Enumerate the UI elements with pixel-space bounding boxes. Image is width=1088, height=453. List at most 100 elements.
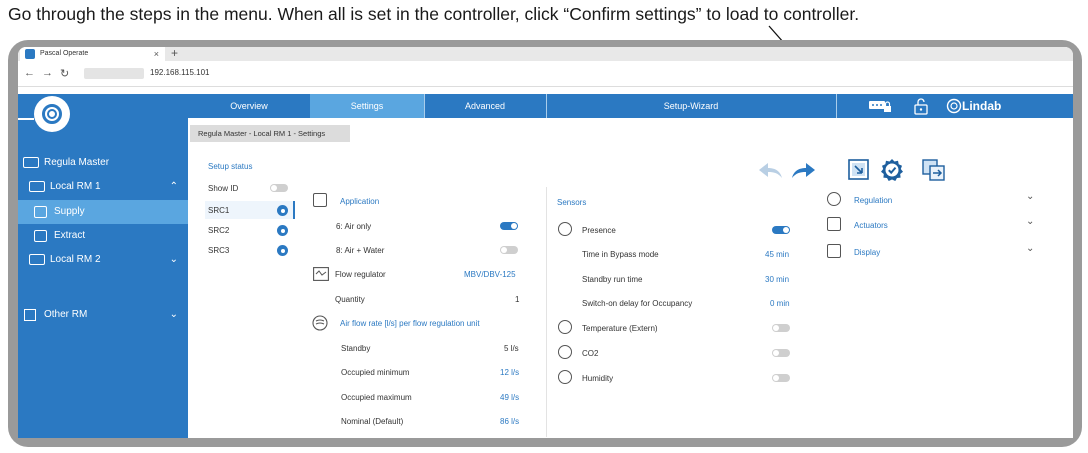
rate-value[interactable]: 86 l/s xyxy=(500,417,519,426)
gear-icon[interactable] xyxy=(277,205,288,216)
tab-settings[interactable]: Settings xyxy=(310,94,424,118)
flow-regulator-label: Flow regulator xyxy=(335,270,386,279)
presence-setting-label: Standby run time xyxy=(582,275,643,284)
rate-value[interactable]: 49 l/s xyxy=(500,393,519,402)
rate-value[interactable]: 5 l/s xyxy=(504,344,519,353)
presence-setting-value[interactable]: 45 min xyxy=(765,250,789,259)
regulation-icon xyxy=(827,192,841,206)
presence-setting-label: Time in Bypass mode xyxy=(582,250,659,259)
chevron-down-icon[interactable]: ⌄ xyxy=(1026,191,1034,202)
url-field[interactable]: 192.168.115.101 xyxy=(150,68,209,77)
sidebar-item-label: Local RM 1 xyxy=(50,181,101,192)
browser-window: Pascal Operate × + ← → ↻ 192.168.115.101… xyxy=(18,47,1073,438)
chevron-down-icon[interactable]: ⌄ xyxy=(1026,216,1034,227)
app-logo-icon[interactable] xyxy=(34,96,70,132)
sidebar-item-extract[interactable]: Extract xyxy=(18,224,188,248)
application-option-toggle[interactable] xyxy=(500,246,518,254)
tab-advanced[interactable]: Advanced xyxy=(424,94,546,118)
sensor-toggle[interactable] xyxy=(772,349,790,357)
src-row[interactable]: SRC1 xyxy=(205,201,295,219)
src-label: SRC3 xyxy=(208,246,230,255)
sidebar-item-label: Extract xyxy=(54,230,86,241)
presence-toggle[interactable] xyxy=(772,226,790,234)
application-option-label: 6: Air only xyxy=(336,222,372,231)
tab-overview[interactable]: Overview xyxy=(188,94,310,118)
section-label: Regulation xyxy=(854,196,893,205)
chevron-down-icon[interactable]: ⌄ xyxy=(1026,243,1034,254)
src-row[interactable]: SRC3 xyxy=(205,241,295,259)
section-actuators[interactable]: Actuators ⌄ xyxy=(824,216,1044,234)
rate-label: Standby xyxy=(341,344,371,353)
screenshot-frame: Pascal Operate × + ← → ↻ 192.168.115.101… xyxy=(8,40,1082,447)
src-row[interactable]: SRC2 xyxy=(205,221,295,239)
controller-icon xyxy=(23,157,39,168)
controller-icon xyxy=(29,254,45,265)
application-option-toggle[interactable] xyxy=(500,222,518,230)
presence-setting-label: Switch-on delay for Occupancy xyxy=(582,299,693,308)
quantity-value[interactable]: 1 xyxy=(515,295,519,304)
humidity-icon xyxy=(558,370,572,384)
chevron-up-icon[interactable]: ⌃ xyxy=(170,175,178,199)
sensor-label: Temperature (Extern) xyxy=(582,324,658,333)
browser-tab[interactable]: Pascal Operate × xyxy=(20,47,165,61)
section-label: Display xyxy=(854,248,881,257)
temperature-icon xyxy=(558,320,572,334)
confirm-settings-icon[interactable] xyxy=(880,158,904,182)
back-arrow-icon[interactable]: ← xyxy=(24,67,35,79)
forward-arrow-icon[interactable]: → xyxy=(42,67,53,79)
co2-icon xyxy=(558,345,572,359)
close-tab-icon[interactable]: × xyxy=(154,47,159,61)
sidebar-item-local-rm-1[interactable]: Local RM 1 ⌃ xyxy=(18,175,188,199)
breadcrumb: Regula Master - Local RM 1 - Settings xyxy=(190,125,350,142)
sidebar-item-supply[interactable]: Supply xyxy=(18,200,188,224)
gear-icon[interactable] xyxy=(277,245,288,256)
chevron-down-icon[interactable]: ⌄ xyxy=(170,248,178,272)
url-redacted xyxy=(84,68,144,79)
password-lock-icon[interactable] xyxy=(868,99,894,113)
sensor-label: CO2 xyxy=(582,349,599,358)
section-display[interactable]: Display ⌄ xyxy=(824,243,1044,261)
application-option-label: 8: Air + Water xyxy=(336,246,385,255)
rate-label: Occupied minimum xyxy=(341,368,410,377)
display-icon xyxy=(827,244,841,258)
sidebar-item-local-rm-2[interactable]: Local RM 2 ⌄ xyxy=(18,248,188,272)
sensor-toggle[interactable] xyxy=(772,374,790,382)
quantity-label: Quantity xyxy=(335,295,365,304)
tab-setup-wizard[interactable]: Setup-Wizard xyxy=(546,94,836,118)
src-label: SRC2 xyxy=(208,226,230,235)
controller-icon xyxy=(29,181,45,192)
browser-tab-title: Pascal Operate xyxy=(40,50,89,57)
gear-icon[interactable] xyxy=(277,225,288,236)
sidebar: Regula Master Local RM 1 ⌃ Supply Extrac… xyxy=(18,94,188,438)
airflow-title: Air flow rate [l/s] per flow regulation … xyxy=(340,319,480,328)
rate-label: Occupied maximum xyxy=(341,393,412,402)
reload-icon[interactable]: ↻ xyxy=(60,67,69,80)
unit-icon xyxy=(34,206,47,218)
presence-label: Presence xyxy=(582,226,616,235)
chevron-down-icon[interactable]: ⌄ xyxy=(170,303,178,327)
sensor-label: Humidity xyxy=(582,374,614,383)
setup-status-title: Setup status xyxy=(208,162,253,171)
brand-name: Lindab xyxy=(962,99,1002,113)
actuators-icon xyxy=(827,217,841,231)
building-icon xyxy=(24,309,36,321)
presence-setting-value[interactable]: 30 min xyxy=(765,275,789,284)
show-id-toggle[interactable] xyxy=(270,184,288,192)
sensor-toggle[interactable] xyxy=(772,324,790,332)
load-from-controller-icon[interactable] xyxy=(848,159,870,181)
sidebar-item-other-rm[interactable]: Other RM ⌄ xyxy=(18,303,188,327)
undo-icon[interactable] xyxy=(758,160,784,180)
redo-icon[interactable] xyxy=(790,160,816,180)
presence-setting-value[interactable]: 0 min xyxy=(770,299,790,308)
sidebar-item-label: Supply xyxy=(54,206,85,217)
rate-value[interactable]: 12 l/s xyxy=(500,368,519,377)
section-regulation[interactable]: Regulation ⌄ xyxy=(824,191,1044,209)
sensors-title: Sensors xyxy=(557,198,587,207)
application-icon xyxy=(313,193,327,207)
save-to-file-icon[interactable] xyxy=(922,159,946,181)
sidebar-item-regula-master[interactable]: Regula Master xyxy=(18,151,188,175)
flow-regulator-icon xyxy=(313,267,329,281)
flow-regulator-value[interactable]: MBV/DBV-125 xyxy=(464,270,516,279)
new-tab-button[interactable]: + xyxy=(171,47,178,60)
unlock-icon[interactable] xyxy=(913,97,929,115)
